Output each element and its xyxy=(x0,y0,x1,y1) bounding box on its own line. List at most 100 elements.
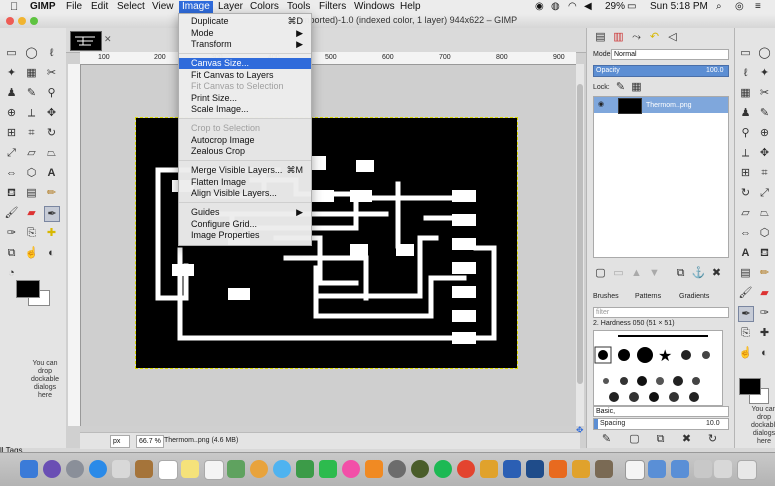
menu-item-transform[interactable]: Transform ▶ xyxy=(179,39,311,50)
close-tab-icon[interactable]: ✕ xyxy=(104,34,112,45)
menu-item-flatten-image[interactable]: Flatten Image xyxy=(179,177,311,188)
spacing-slider[interactable]: Spacing 10.0 xyxy=(593,418,729,430)
new-layer-icon[interactable]: ▢ xyxy=(593,266,608,281)
volume-icon[interactable]: ◀ xyxy=(584,1,592,13)
menu-item-duplicate[interactable]: Duplicate ⌘D xyxy=(179,16,311,27)
status-icon-2[interactable]: ◍ xyxy=(551,1,560,13)
foreground-select-icon[interactable]: ♟ xyxy=(4,86,19,101)
calendar-icon[interactable] xyxy=(158,460,178,480)
chrome-icon[interactable] xyxy=(457,460,475,478)
blend-icon[interactable]: ▤ xyxy=(24,186,39,201)
app-e-icon[interactable] xyxy=(572,460,590,478)
ink-icon[interactable]: ✑ xyxy=(4,226,19,241)
airbrush-icon[interactable]: ✒ xyxy=(738,306,754,322)
utility-app-icon[interactable] xyxy=(411,460,429,478)
cage-icon[interactable]: ⬡ xyxy=(24,166,39,181)
duplicate-layer-icon[interactable]: ⧉ xyxy=(673,266,688,281)
layer-row[interactable]: ◉ Thermom..png xyxy=(594,97,728,114)
blend-icon[interactable]: ▤ xyxy=(738,266,753,281)
free-select-icon[interactable]: ℓ xyxy=(44,46,59,61)
brush-preset-select[interactable]: Basic, xyxy=(593,406,729,417)
gimp-icon[interactable] xyxy=(595,460,613,478)
spotify-icon[interactable] xyxy=(434,460,452,478)
heal-icon[interactable]: ✚ xyxy=(757,326,772,341)
word-icon[interactable] xyxy=(503,460,521,478)
menu-layer[interactable]: Layer xyxy=(218,1,243,13)
ellipse-select-icon[interactable]: ◯ xyxy=(757,46,772,61)
menu-item-guides[interactable]: Guides ▶ xyxy=(179,207,311,218)
menu-item-autocrop-image[interactable]: Autocrop Image xyxy=(179,135,311,146)
apple-icon[interactable]:  xyxy=(10,1,18,13)
menu-item-scale-image[interactable]: Scale Image... xyxy=(179,104,311,115)
stack-icon[interactable] xyxy=(694,460,712,478)
zoom-window-icon[interactable] xyxy=(30,17,38,25)
unit-select[interactable]: px xyxy=(110,435,130,448)
trash-icon[interactable] xyxy=(737,460,757,480)
menu-edit[interactable]: Edit xyxy=(91,1,108,13)
stack-2-icon[interactable] xyxy=(714,460,732,478)
firefox-icon[interactable] xyxy=(549,460,567,478)
photos-icon[interactable] xyxy=(250,460,268,478)
perspective-icon[interactable]: ⏢ xyxy=(757,206,772,221)
app-blue-icon[interactable] xyxy=(526,460,544,478)
clone-icon[interactable]: ⎘ xyxy=(738,326,753,341)
paths-icon[interactable]: ✎ xyxy=(757,106,772,121)
system-preferences-icon[interactable] xyxy=(388,460,406,478)
move-icon[interactable]: ✥ xyxy=(757,146,772,161)
lock-alpha-icon[interactable]: ▦ xyxy=(629,80,644,95)
move-icon[interactable]: ✥ xyxy=(44,106,59,121)
downloads-folder-icon[interactable] xyxy=(671,460,689,478)
menu-file[interactable]: File xyxy=(66,1,82,13)
edit-brush-icon[interactable]: ✎ xyxy=(599,432,614,447)
delete-brush-icon[interactable]: ✖ xyxy=(679,432,694,447)
menu-help[interactable]: Help xyxy=(400,1,421,13)
brush-filter-input[interactable]: filter xyxy=(593,307,729,318)
menu-select[interactable]: Select xyxy=(117,1,145,13)
rotate-icon[interactable]: ↻ xyxy=(738,186,753,201)
measure-icon[interactable]: ⟂ xyxy=(738,146,753,161)
opacity-slider[interactable]: Opacity 100.0 xyxy=(593,65,729,77)
foreground-select-icon[interactable]: ♟ xyxy=(738,106,753,121)
blur-icon[interactable]: ◔ xyxy=(4,266,19,281)
eraser-icon[interactable]: ▰ xyxy=(24,206,39,221)
clock[interactable]: Sun 5:18 PM xyxy=(650,1,708,13)
paths-icon[interactable]: ✎ xyxy=(24,86,39,101)
scissors-icon[interactable]: ✂ xyxy=(757,86,772,101)
ellipse-select-icon[interactable]: ◯ xyxy=(24,46,39,61)
menu-item-configure-grid[interactable]: Configure Grid... xyxy=(179,219,311,230)
ink-icon[interactable]: ✑ xyxy=(757,306,772,321)
airbrush-icon[interactable]: ✒ xyxy=(44,206,60,222)
color-picker-icon[interactable]: ⚲ xyxy=(738,126,753,141)
paintbrush-icon[interactable]: 🖌 xyxy=(738,286,753,301)
new-brush-icon[interactable]: ▢ xyxy=(627,432,642,447)
messages-icon[interactable] xyxy=(273,460,291,478)
align-icon[interactable]: ⊞ xyxy=(4,126,19,141)
reminders-icon[interactable] xyxy=(204,460,224,480)
anchor-layer-icon[interactable]: ⚓ xyxy=(691,266,706,281)
ibooks-icon[interactable] xyxy=(365,460,383,478)
mail-icon[interactable] xyxy=(112,460,130,478)
app-name-menu[interactable]: GIMP xyxy=(30,1,56,13)
itunes-icon[interactable] xyxy=(342,460,360,478)
zoom-icon[interactable]: ⊕ xyxy=(4,106,19,121)
mode-select[interactable]: Normal xyxy=(611,49,729,60)
canvas-vertical-scrollbar[interactable] xyxy=(576,64,584,426)
paintbrush-icon[interactable]: 🖌 xyxy=(4,206,19,221)
pencil-icon[interactable]: ✏ xyxy=(757,266,772,281)
bucket-fill-icon[interactable]: ⛾ xyxy=(757,246,772,261)
menu-view[interactable]: View xyxy=(152,1,174,13)
new-group-icon[interactable]: ▭ xyxy=(611,266,626,281)
rect-select-icon[interactable]: ▭ xyxy=(738,46,753,61)
close-window-icon[interactable] xyxy=(6,17,14,25)
user-icon[interactable]: ◎ xyxy=(735,1,744,13)
crop-icon[interactable]: ⌗ xyxy=(24,126,39,141)
menu-item-zealous-crop[interactable]: Zealous Crop xyxy=(179,146,311,157)
flip-icon[interactable]: ⇔ xyxy=(4,166,19,181)
zoom-select[interactable]: 66.7 % xyxy=(136,435,164,448)
menu-item-align-visible-layers[interactable]: Align Visible Layers... xyxy=(179,188,311,199)
scissors-icon[interactable]: ✂ xyxy=(44,66,59,81)
measure-icon[interactable]: ⟂ xyxy=(24,106,39,121)
crop-icon[interactable]: ⌗ xyxy=(757,166,772,181)
menu-item-canvas-size[interactable]: Canvas Size... xyxy=(179,58,311,69)
duplicate-brush-icon[interactable]: ⧉ xyxy=(653,432,668,447)
